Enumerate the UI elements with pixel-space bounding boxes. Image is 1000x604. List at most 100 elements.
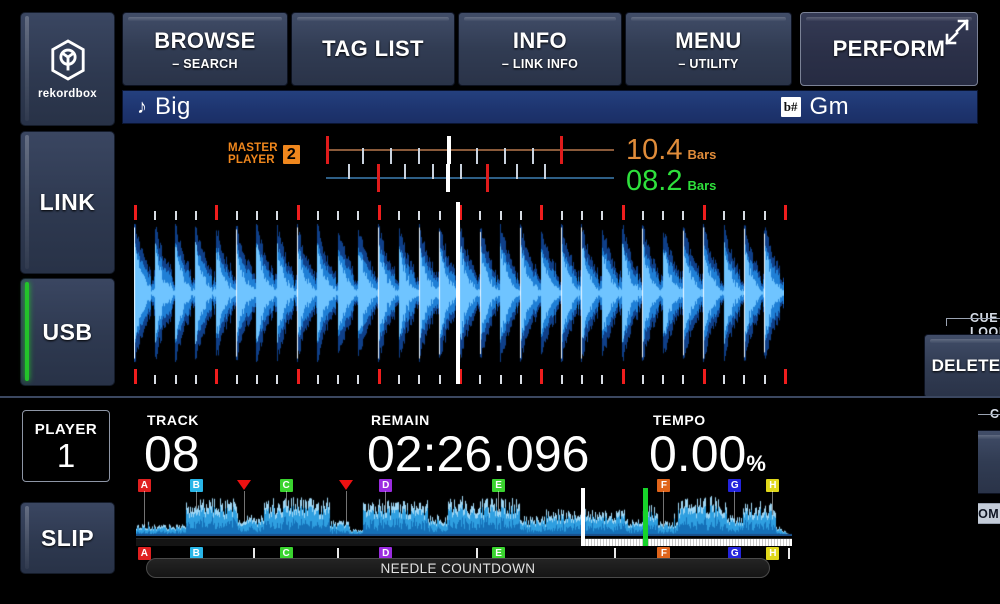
beat-grid-beat-tick [642, 211, 644, 220]
browse-button[interactable]: BROWSE – SEARCH [122, 12, 288, 86]
phase-tick-bar [486, 164, 489, 192]
section-divider [0, 396, 1000, 398]
phase-tick [504, 148, 506, 164]
beat-grid-beat-tick [743, 211, 745, 220]
key-value: Gm [810, 93, 849, 121]
cue-point-marker[interactable]: A [138, 547, 151, 560]
beat-grid-beat-tick [256, 375, 258, 384]
beat-grid-beat-tick [418, 375, 420, 384]
beat-grid-bar-tick [784, 205, 787, 220]
hot-cue-triangle-icon[interactable] [237, 480, 251, 490]
main-waveform[interactable] [134, 202, 784, 384]
phase-baseline-master [326, 149, 614, 151]
phase-tick [348, 164, 350, 179]
needle-countdown-bar[interactable]: NEEDLE COUNTDOWN [146, 558, 770, 578]
overview-waveform[interactable]: ABCDEFGH ABCDEFGH [136, 478, 792, 560]
phase-tick [418, 148, 420, 164]
master-word: MASTER [228, 142, 278, 154]
menu-sublabel: – UTILITY [678, 57, 738, 71]
beat-grid-beat-tick [601, 375, 603, 384]
beat-grid-bar-tick [215, 369, 218, 384]
phase-tick [404, 164, 406, 179]
usb-label: USB [42, 319, 92, 346]
phase-tick [362, 148, 364, 164]
beat-grid-beat-tick [337, 375, 339, 384]
bars-slave-value: 08.2 [626, 167, 682, 196]
tag-list-button[interactable]: TAG LIST [291, 12, 455, 86]
phase-tick [544, 164, 546, 179]
beat-grid-beat-tick [520, 375, 522, 384]
track-readout: TRACK 08 [144, 412, 200, 480]
phase-tick-bar [560, 136, 563, 164]
phase-meter-master-row [326, 136, 614, 164]
sidebar-item-link[interactable]: LINK [20, 131, 115, 274]
tempo-readout-suffix: % [746, 451, 766, 477]
beat-grid-bar-tick [703, 369, 706, 384]
beat-phase-meter: MASTER PLAYER 2 [228, 134, 828, 196]
beat-grid-beat-tick [764, 375, 766, 384]
phase-baseline-slave [326, 177, 614, 179]
beat-grid-beat-tick [195, 211, 197, 220]
beat-grid-beat-tick [236, 211, 238, 220]
beat-grid-beat-tick [743, 375, 745, 384]
beat-grid-bar-tick [134, 369, 137, 384]
cue-loop-bracket [946, 318, 1000, 326]
perform-button[interactable]: PERFORM [800, 12, 978, 86]
beat-grid-beat-tick [398, 211, 400, 220]
beat-grid-bar-tick [540, 369, 543, 384]
beat-grid-beat-tick [276, 375, 278, 384]
slip-label: SLIP [41, 525, 94, 552]
beat-grid-beat-tick [723, 375, 725, 384]
sidebar-item-usb[interactable]: USB [20, 278, 115, 386]
track-title-bar[interactable]: ♪ Big b# Gm [122, 90, 978, 124]
phase-tick [516, 164, 518, 179]
sidebar-item-rekordbox[interactable]: rekordbox [20, 12, 115, 126]
beat-grid-bar-tick [297, 369, 300, 384]
slip-button[interactable]: SLIP [20, 502, 115, 574]
phase-cursor [447, 136, 451, 164]
beat-grid-beat-tick [398, 375, 400, 384]
phase-tick [460, 164, 462, 179]
menu-button[interactable]: MENU – UTILITY [625, 12, 792, 86]
overview-cue-playhead [643, 488, 648, 546]
beat-grid-beat-tick [256, 211, 258, 220]
cue-point-marker[interactable]: H [766, 547, 779, 560]
beat-grid-beat-tick [561, 375, 563, 384]
beat-grid-beat-tick [195, 375, 197, 384]
beat-grid-beat-tick [723, 211, 725, 220]
tempo-readout: TEMPO 0.00 % [649, 412, 766, 480]
hexagon-logo-icon [49, 39, 87, 81]
tag-list-label: TAG LIST [322, 36, 424, 62]
bars-slave: 08.2 Bars [626, 167, 716, 196]
beat-grid-beat-tick [357, 375, 359, 384]
beat-grid-beat-tick [479, 375, 481, 384]
beat-grid-beat-tick [662, 211, 664, 220]
phase-tick [390, 148, 392, 164]
music-note-icon: ♪ [137, 97, 147, 117]
beat-grid-beat-tick [682, 211, 684, 220]
player-word: PLAYER [35, 421, 97, 438]
browse-sublabel: – SEARCH [172, 57, 238, 71]
delete-label: DELETE [932, 356, 1000, 376]
overview-playhead [581, 488, 585, 546]
beat-grid-bar-tick [622, 369, 625, 384]
beat-grid-beat-tick [601, 211, 603, 220]
player-number-box: PLAYER 1 [22, 410, 110, 482]
info-sublabel: – LINK INFO [502, 57, 578, 71]
progress-track[interactable] [136, 538, 792, 546]
tempo-readout-value: 0.00 [649, 428, 746, 480]
beat-grid-beat-tick [317, 375, 319, 384]
beat-grid-beat-tick [236, 375, 238, 384]
info-button[interactable]: INFO – LINK INFO [458, 12, 622, 86]
delete-button[interactable]: DELETE [924, 334, 1000, 398]
hot-cue-triangle-icon[interactable] [339, 480, 353, 490]
player-word-phase: PLAYER [228, 154, 275, 166]
remain-readout: REMAIN 02:26.096 [367, 412, 589, 480]
beat-grid-bar-tick [378, 369, 381, 384]
phase-cursor [446, 164, 450, 192]
beat-grid-bar-tick [622, 205, 625, 220]
beat-grid-beat-tick [764, 211, 766, 220]
expand-arrows-icon [943, 19, 969, 45]
beat-grid-beat-tick [662, 375, 664, 384]
upper-deck-panel: MASTER PLAYER 2 [122, 128, 978, 393]
